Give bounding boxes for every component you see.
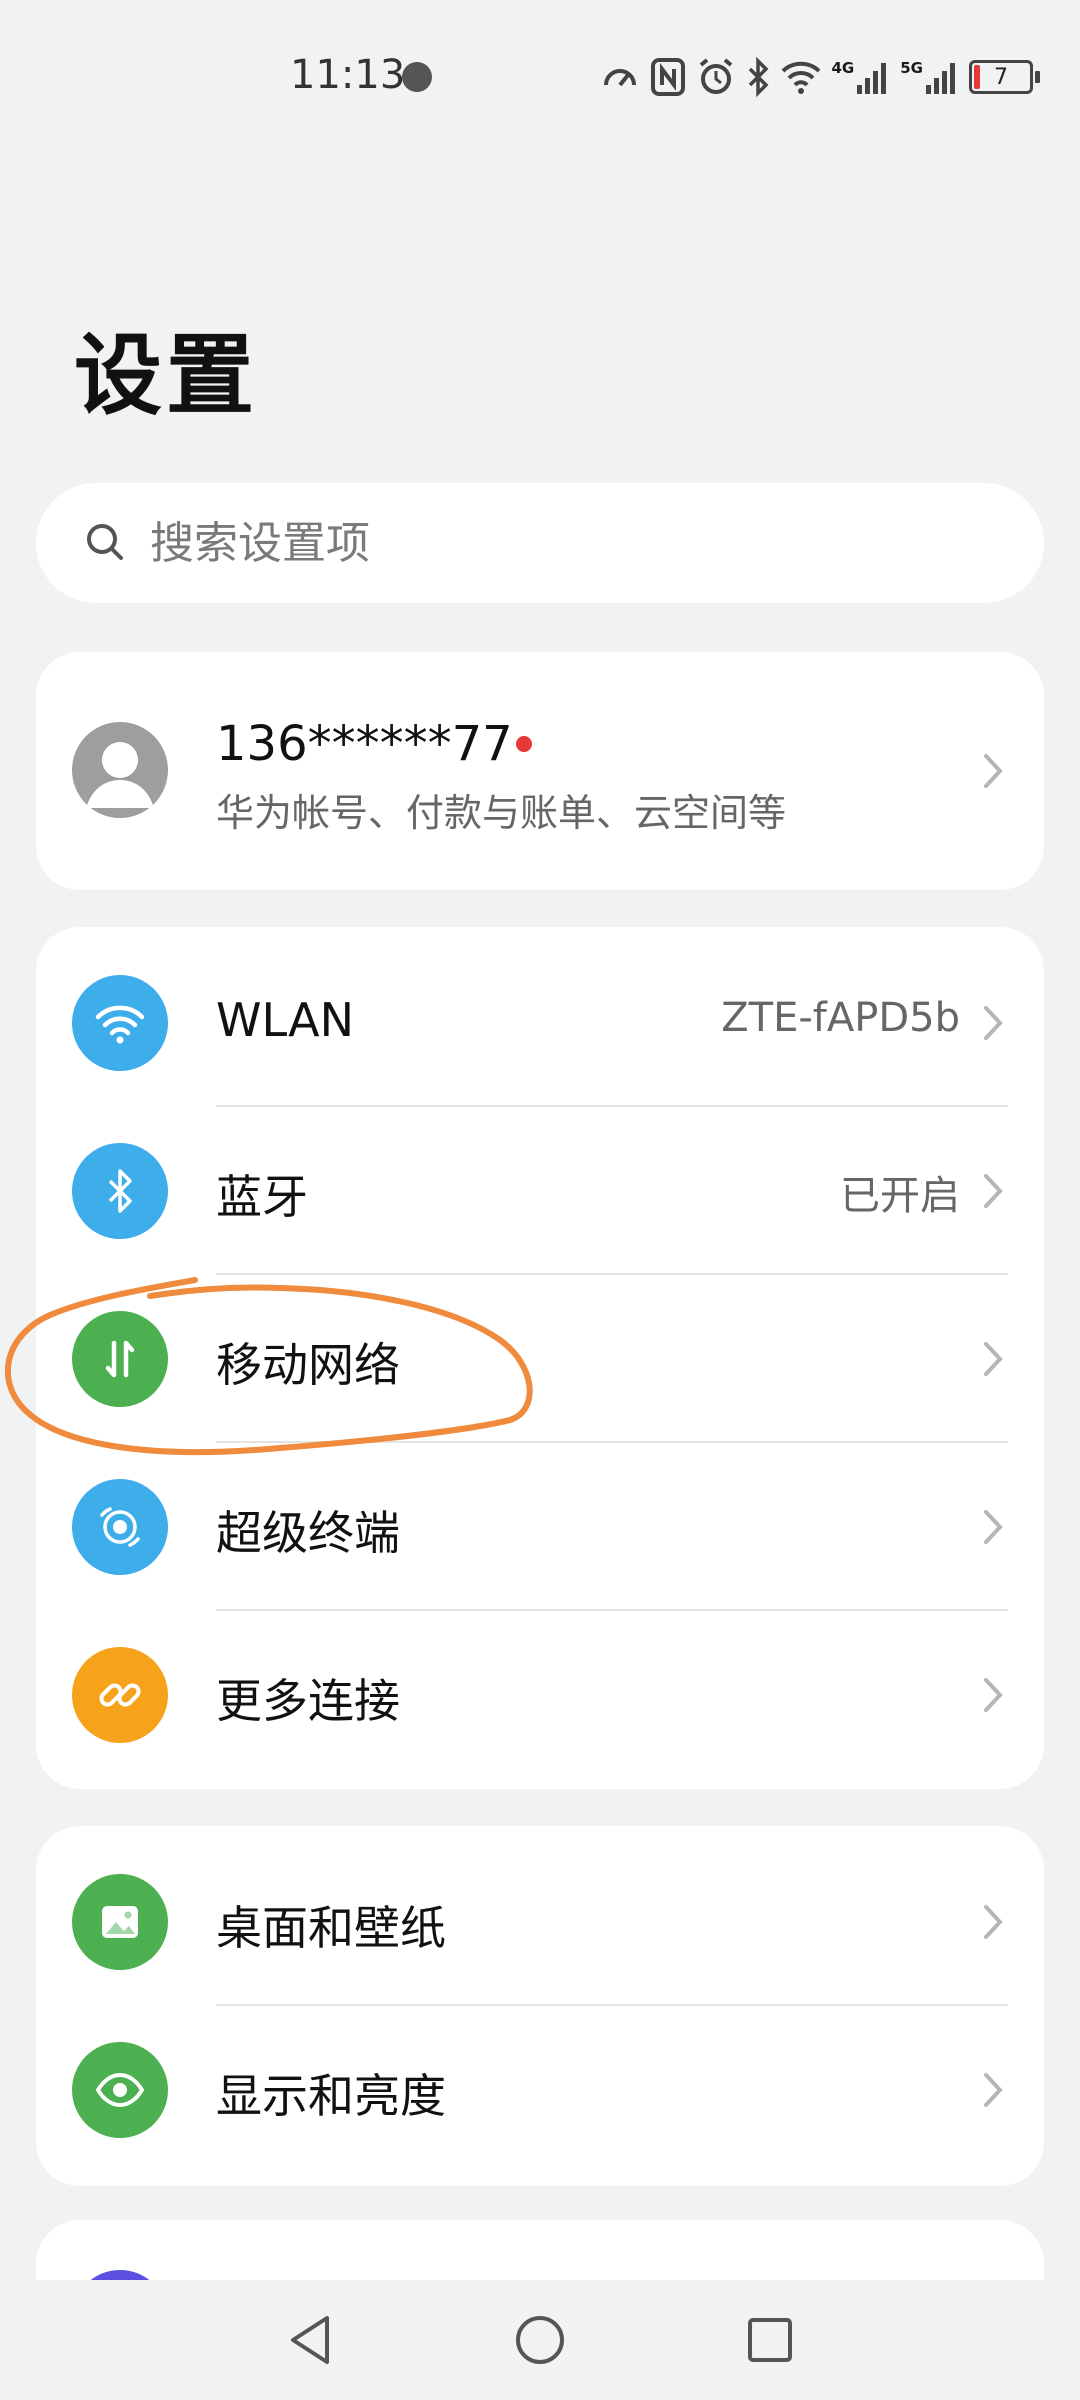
signal-5g-icon: 5G	[900, 59, 959, 95]
display-card: 桌面和壁纸 显示和亮度	[36, 1826, 1044, 2186]
signal-4g-icon: 4G	[832, 59, 891, 95]
navigation-bar	[0, 2280, 1080, 2400]
account-name: 136******77	[216, 716, 513, 772]
connections-card: WLAN ZTE-fAPD5b 蓝牙 已开启 移动网络 超级终端 更多连接	[36, 927, 1044, 1789]
settings-item-more-connections[interactable]: 更多连接	[36, 1611, 1044, 1779]
status-bar: 11:13 4G 5G 7	[0, 0, 1080, 150]
search-input[interactable]	[148, 516, 972, 570]
link-icon	[72, 1647, 168, 1743]
chevron-right-icon	[984, 1678, 1003, 1712]
settings-item-wlan[interactable]: WLAN ZTE-fAPD5b	[36, 939, 1044, 1107]
chevron-right-icon	[984, 1006, 1003, 1040]
settings-item-label: 蓝牙	[216, 1170, 308, 1224]
back-triangle-icon	[291, 2316, 329, 2364]
chevron-right-icon	[984, 2073, 1003, 2107]
status-icons: 4G 5G 7	[600, 52, 1040, 102]
battery-level: 7	[994, 64, 1008, 90]
wallpaper-icon	[72, 1874, 168, 1970]
account-subtitle: 华为帐号、付款与账单、云空间等	[216, 791, 787, 835]
voice-recording-icon	[402, 62, 432, 92]
settings-item-label: WLAN	[216, 993, 355, 1047]
search-icon	[87, 524, 123, 560]
settings-item-label: 更多连接	[216, 1674, 400, 1728]
battery-icon: 7	[969, 60, 1040, 94]
network-type-label: 4G	[831, 59, 855, 77]
network-type-label: 5G	[900, 59, 923, 77]
eye-icon	[72, 2042, 168, 2138]
chevron-right-icon	[984, 1510, 1003, 1544]
settings-item-label: 显示和亮度	[216, 2069, 446, 2123]
settings-item-super-device[interactable]: 超级终端	[36, 1443, 1044, 1611]
chevron-right-icon	[984, 754, 1003, 788]
nfc-icon	[650, 57, 686, 97]
settings-item-mobile-network[interactable]: 移动网络	[36, 1275, 1044, 1443]
settings-item-label: 超级终端	[216, 1506, 400, 1560]
avatar	[72, 722, 168, 818]
super-device-icon	[72, 1479, 168, 1575]
chevron-right-icon	[984, 1905, 1003, 1939]
speedometer-icon	[600, 57, 640, 97]
wifi-icon	[72, 975, 168, 1071]
page-title: 设置	[74, 324, 259, 427]
recents-square-icon	[748, 2318, 792, 2362]
recents-button[interactable]	[740, 2310, 800, 2370]
settings-item-label: 移动网络	[216, 1338, 400, 1392]
home-button[interactable]	[510, 2310, 570, 2370]
chevron-right-icon	[984, 1174, 1003, 1208]
bluetooth-status-icon	[746, 57, 770, 97]
mobile-data-icon	[72, 1311, 168, 1407]
settings-item-wallpaper[interactable]: 桌面和壁纸	[36, 1838, 1044, 2006]
settings-item-bluetooth[interactable]: 蓝牙 已开启	[36, 1107, 1044, 1275]
notification-dot	[516, 736, 532, 752]
home-circle-icon	[516, 2316, 564, 2364]
wifi-status-icon	[780, 59, 822, 95]
settings-item-display-brightness[interactable]: 显示和亮度	[36, 2006, 1044, 2174]
bluetooth-icon	[72, 1143, 168, 1239]
settings-item-label: 桌面和壁纸	[216, 1901, 446, 1955]
back-button[interactable]	[280, 2310, 340, 2370]
settings-item-value: 已开启	[840, 1173, 960, 1219]
status-time: 11:13	[290, 52, 406, 98]
chevron-right-icon	[984, 1342, 1003, 1376]
search-bar[interactable]	[36, 483, 1044, 603]
settings-screen: 11:13 4G 5G 7 设置 搜索设置项 136******77 华为帐号、…	[0, 0, 1080, 2400]
account-card[interactable]: 136******77 华为帐号、付款与账单、云空间等	[36, 652, 1044, 890]
alarm-icon	[696, 57, 736, 97]
settings-item-value: ZTE-fAPD5b	[721, 995, 960, 1041]
